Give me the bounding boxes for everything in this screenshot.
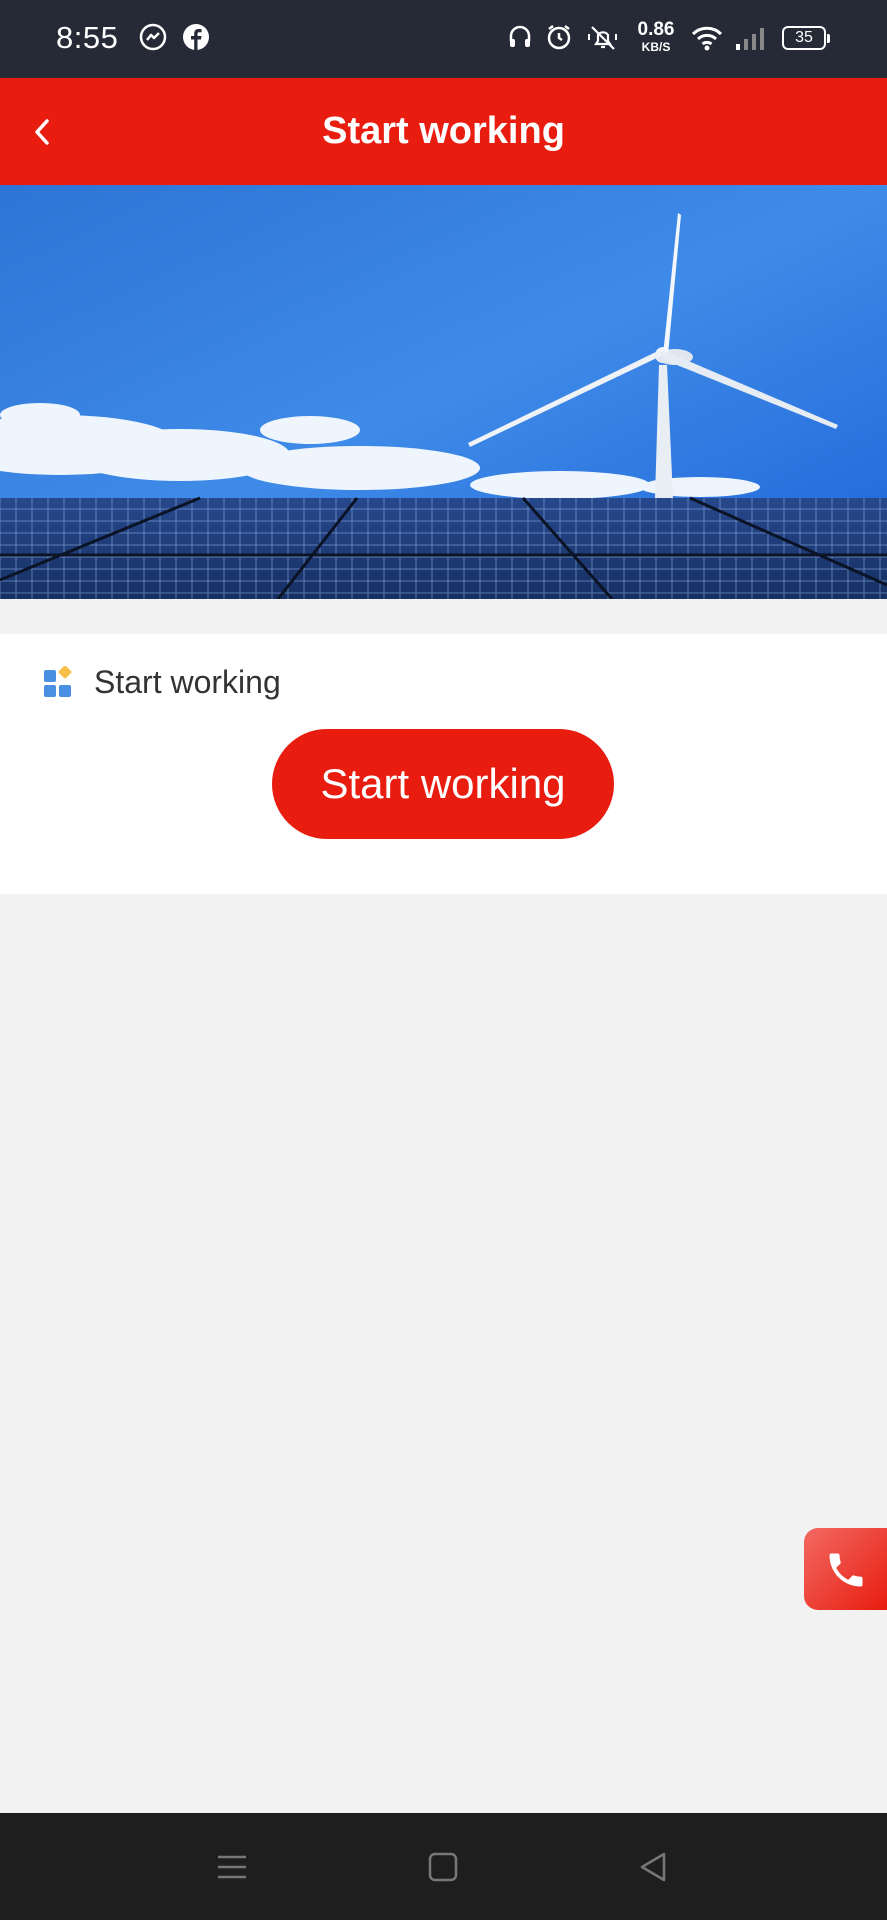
network-speed: 0.86 KB/S xyxy=(634,20,678,53)
page-title: Start working xyxy=(322,110,565,152)
start-working-button[interactable]: Start working xyxy=(272,729,614,839)
signal-icon xyxy=(734,26,770,57)
status-time: 8:55 xyxy=(56,20,119,55)
app-header: Start working xyxy=(0,78,887,185)
net-speed-value: 0.86 xyxy=(637,19,675,40)
home-icon[interactable] xyxy=(425,1849,461,1890)
headset-icon xyxy=(506,23,534,56)
wifi-icon xyxy=(690,24,724,57)
start-working-card: Start working Start working xyxy=(0,634,887,894)
phone-icon xyxy=(829,1553,863,1587)
status-bar: 8:55 0.86 KB/S 35 xyxy=(0,0,887,78)
alarm-icon xyxy=(545,23,573,56)
net-speed-unit: KB/S xyxy=(641,40,671,54)
back-icon[interactable] xyxy=(636,1849,672,1890)
battery-icon: 35 xyxy=(782,26,830,50)
section-title: Start working xyxy=(94,664,281,700)
mute-icon xyxy=(585,23,619,56)
apps-grid-icon xyxy=(44,665,76,703)
system-nav-bar xyxy=(0,1813,887,1920)
messenger-icon xyxy=(139,23,167,56)
menu-icon[interactable] xyxy=(214,1849,250,1890)
facebook-icon xyxy=(182,23,210,56)
banner-image xyxy=(0,185,887,599)
call-button[interactable] xyxy=(804,1528,887,1610)
